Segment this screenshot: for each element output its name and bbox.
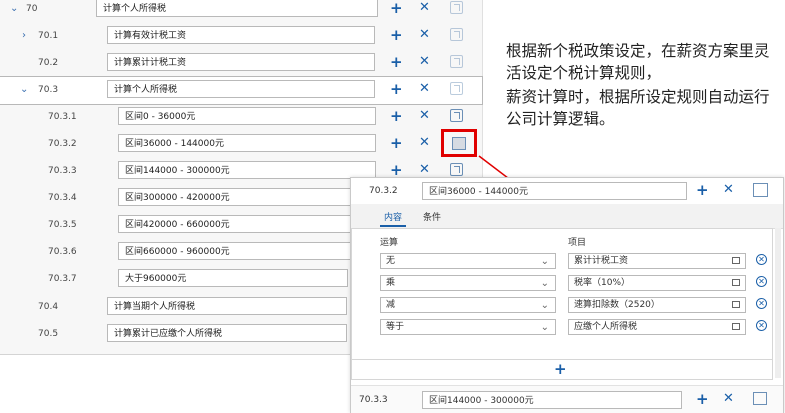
remove-row-icon[interactable]: ✕: [756, 298, 767, 309]
item-field[interactable]: 速算扣除数（2520）: [568, 297, 746, 313]
item-field[interactable]: 累计计税工资: [568, 253, 746, 269]
chevron-down-icon: ⌄: [540, 300, 549, 311]
detail-panel: 70.3.2 区间36000 - 144000元 + ✕ 内容 条件 运算 项目…: [350, 177, 784, 413]
item-field[interactable]: 应缴个人所得税: [568, 319, 746, 335]
delete-button[interactable]: ✕: [723, 391, 734, 406]
scrollbar[interactable]: [775, 228, 781, 378]
operation-value: 减: [386, 300, 396, 310]
item-value: 速算扣除数（2520）: [574, 300, 660, 310]
description-line: 薪资计算时，根据所设定规则自动运行公司计算逻辑。: [506, 88, 770, 128]
rule-row: 无 ⌄ 累计计税工资 ✕: [352, 250, 772, 272]
column-header-item: 项目: [568, 238, 587, 248]
operation-value: 等于: [386, 322, 405, 332]
open-detail-icon[interactable]: [753, 183, 768, 197]
add-row-button[interactable]: +: [554, 360, 567, 378]
operation-select[interactable]: 等于 ⌄: [380, 319, 556, 335]
description-line: 根据新个税政策设定，在薪资方案里灵活设定个税计算规则，: [506, 42, 770, 82]
add-button[interactable]: +: [696, 390, 709, 408]
rule-row: 减 ⌄ 速算扣除数（2520） ✕: [352, 294, 772, 316]
operation-select[interactable]: 乘 ⌄: [380, 275, 556, 291]
value-help-icon[interactable]: [732, 257, 740, 264]
column-header-op: 运算: [380, 238, 399, 248]
chevron-down-icon: ⌄: [540, 278, 549, 289]
item-value: 应缴个人所得税: [574, 322, 638, 332]
item-value: 税率（10%）: [574, 278, 631, 288]
panel-name-input[interactable]: 区间36000 - 144000元: [422, 182, 687, 200]
value-help-icon[interactable]: [732, 323, 740, 330]
open-detail-icon[interactable]: [753, 392, 767, 405]
tab-content[interactable]: 内容: [379, 210, 407, 227]
operation-select[interactable]: 减 ⌄: [380, 297, 556, 313]
rule-grid: 运算 项目 无 ⌄ 累计计税工资 ✕ 乘 ⌄ 税率（10%） ✕ 减 ⌄ 速算扣除数（…: [351, 228, 773, 360]
remove-row-icon[interactable]: ✕: [756, 276, 767, 287]
description-text: 根据新个税政策设定，在薪资方案里灵活设定个税计算规则， 薪资计算时，根据所设定规…: [506, 40, 776, 132]
add-button[interactable]: +: [696, 181, 709, 199]
value-help-icon[interactable]: [732, 301, 740, 308]
panel-header: 70.3.2 区间36000 - 144000元 + ✕: [351, 178, 783, 204]
chevron-down-icon: ⌄: [540, 322, 549, 333]
remove-row-icon[interactable]: ✕: [756, 320, 767, 331]
operation-value: 乘: [386, 278, 396, 288]
rule-row: 等于 ⌄ 应缴个人所得税 ✕: [352, 316, 772, 338]
panel-tabs: 内容 条件: [351, 204, 783, 229]
panel-code: 70.3.3: [359, 395, 388, 405]
rule-row: 乘 ⌄ 税率（10%） ✕: [352, 272, 772, 294]
remove-row-icon[interactable]: ✕: [756, 254, 767, 265]
operation-select[interactable]: 无 ⌄: [380, 253, 556, 269]
add-row-bar: +: [351, 360, 773, 380]
value-help-icon[interactable]: [732, 279, 740, 286]
tab-conditions[interactable]: 条件: [423, 210, 441, 223]
chevron-down-icon: ⌄: [540, 256, 549, 267]
item-value: 累计计税工资: [574, 256, 629, 266]
panel-name-input[interactable]: 区间144000 - 300000元: [422, 391, 682, 409]
delete-button[interactable]: ✕: [723, 182, 734, 197]
item-field[interactable]: 税率（10%）: [568, 275, 746, 291]
panel-next-row: 70.3.3 区间144000 - 300000元 + ✕: [351, 385, 783, 413]
panel-code: 70.3.2: [369, 186, 398, 196]
operation-value: 无: [386, 256, 396, 266]
